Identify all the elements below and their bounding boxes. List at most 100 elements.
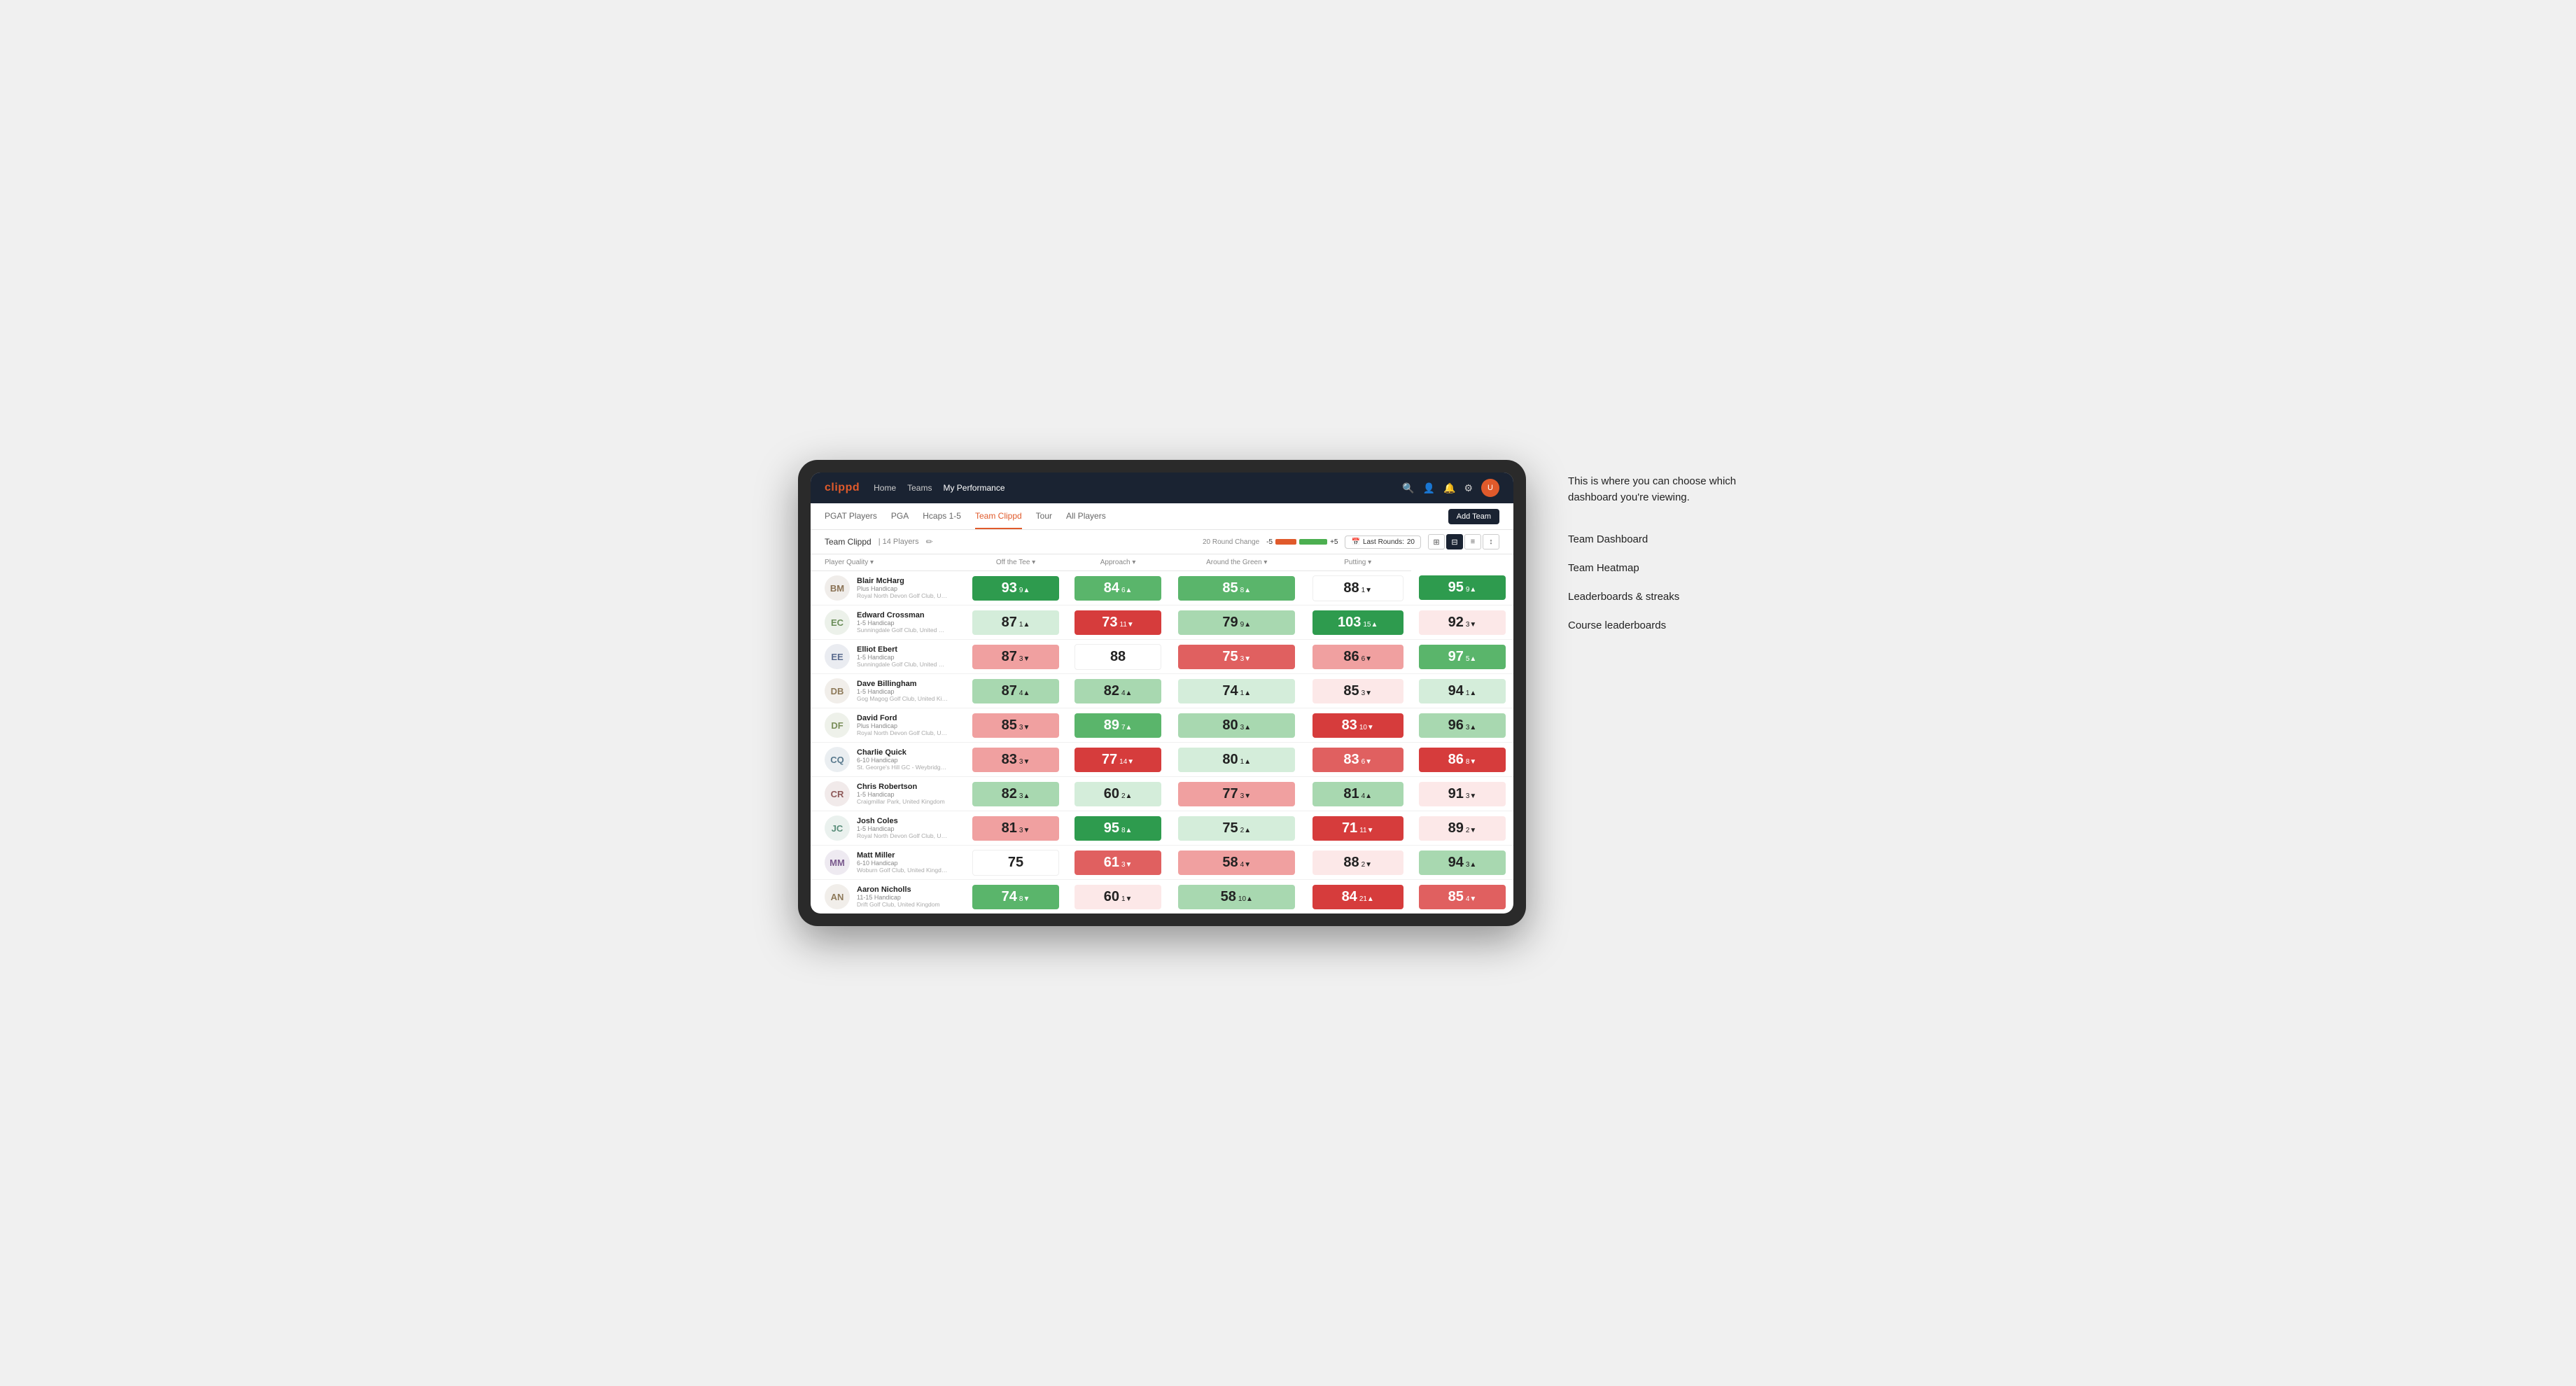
score-box: 83 10▼ xyxy=(1312,713,1404,738)
player-club: Royal North Devon Golf Club, United King… xyxy=(857,832,948,839)
score-box: 95 8▲ xyxy=(1074,816,1161,841)
view-list[interactable]: ≡ xyxy=(1464,534,1481,550)
score-approach: 77 3▼ xyxy=(1169,777,1304,811)
score-delta: 9▲ xyxy=(1466,586,1476,594)
score-delta: 11▼ xyxy=(1359,827,1373,834)
score-aroundGreen: 88 1▼ xyxy=(1305,571,1411,606)
table-row: EE Elliot Ebert 1-5 Handicap Sunningdale… xyxy=(811,640,1513,674)
add-team-button[interactable]: Add Team xyxy=(1448,509,1499,524)
score-approach: 79 9▲ xyxy=(1169,606,1304,640)
col-off-tee[interactable]: Off the Tee ▾ xyxy=(965,554,1067,571)
player-handicap: 1-5 Handicap xyxy=(857,620,948,626)
score-value: 74 xyxy=(1002,889,1017,905)
score-delta: 4▼ xyxy=(1240,861,1251,869)
col-approach[interactable]: Approach ▾ xyxy=(1067,554,1169,571)
player-cell: EC Edward Crossman 1-5 Handicap Sunningd… xyxy=(811,606,965,640)
score-box: 87 1▲ xyxy=(972,610,1059,635)
score-approach: 75 2▲ xyxy=(1169,811,1304,846)
score-value: 103 xyxy=(1338,615,1361,631)
score-value: 85 xyxy=(1222,580,1238,596)
score-delta: 10▼ xyxy=(1359,724,1374,732)
subnav-team-clippd[interactable]: Team Clippd xyxy=(975,504,1022,529)
score-delta: 4▼ xyxy=(1466,895,1476,903)
score-value: 87 xyxy=(1002,649,1017,665)
score-value: 89 xyxy=(1448,820,1464,836)
player-avatar: CQ xyxy=(825,747,850,772)
player-avatar: MM xyxy=(825,850,850,875)
score-value: 75 xyxy=(1008,855,1023,871)
score-delta: 14▼ xyxy=(1119,758,1134,766)
col-around-green[interactable]: Around the Green ▾ xyxy=(1169,554,1304,571)
score-value: 58 xyxy=(1221,889,1236,905)
score-delta: 6▼ xyxy=(1362,758,1372,766)
player-avatar: AN xyxy=(825,884,850,909)
subnav-pgat[interactable]: PGAT Players xyxy=(825,504,877,529)
player-avatar: EC xyxy=(825,610,850,635)
score-box: 83 6▼ xyxy=(1312,748,1404,772)
view-expand[interactable]: ↕ xyxy=(1483,534,1499,550)
score-delta: 3▲ xyxy=(1466,861,1476,869)
score-offTee: 89 7▲ xyxy=(1067,708,1169,743)
col-putting[interactable]: Putting ▾ xyxy=(1305,554,1411,571)
user-avatar[interactable]: U xyxy=(1481,479,1499,497)
score-quality: 75 xyxy=(965,846,1067,880)
view-grid-small[interactable]: ⊞ xyxy=(1428,534,1445,550)
player-handicap: 1-5 Handicap xyxy=(857,688,948,695)
score-delta: 4▲ xyxy=(1019,690,1030,697)
score-box: 77 14▼ xyxy=(1074,748,1161,772)
score-delta: 7▲ xyxy=(1121,724,1132,732)
annotation-items: Team Dashboard Team Heatmap Leaderboards… xyxy=(1568,533,1778,631)
nav-home[interactable]: Home xyxy=(874,483,896,493)
score-box: 75 3▼ xyxy=(1178,645,1295,669)
nav-my-performance[interactable]: My Performance xyxy=(943,483,1004,493)
subnav-tour[interactable]: Tour xyxy=(1036,504,1052,529)
last-rounds-button[interactable]: 📅 Last Rounds: 20 xyxy=(1345,536,1421,549)
score-value: 88 xyxy=(1343,580,1359,596)
player-cell: AN Aaron Nicholls 11-15 Handicap Drift G… xyxy=(811,880,965,914)
score-delta: 3▼ xyxy=(1240,792,1251,800)
player-club: St. George's Hill GC - Weybridge - Surre… xyxy=(857,764,948,771)
search-icon[interactable]: 🔍 xyxy=(1402,482,1414,494)
player-avatar: CR xyxy=(825,781,850,806)
logo: clippd xyxy=(825,482,860,494)
score-value: 83 xyxy=(1342,718,1357,734)
score-quality: 81 3▼ xyxy=(965,811,1067,846)
round-change-bar: -5 +5 xyxy=(1266,538,1338,546)
score-box: 75 2▲ xyxy=(1178,816,1295,841)
score-value: 89 xyxy=(1104,718,1119,734)
score-value: 95 xyxy=(1448,580,1464,596)
team-title: Team Clippd xyxy=(825,537,872,547)
team-count: | 14 Players xyxy=(878,538,919,546)
settings-icon[interactable]: ⚙ xyxy=(1464,482,1473,494)
score-box: 80 3▲ xyxy=(1178,713,1295,738)
score-offTee: 95 8▲ xyxy=(1067,811,1169,846)
person-icon[interactable]: 👤 xyxy=(1423,482,1435,494)
score-value: 60 xyxy=(1104,889,1119,905)
player-handicap: 1-5 Handicap xyxy=(857,654,948,661)
score-value: 74 xyxy=(1222,683,1238,699)
nav-teams[interactable]: Teams xyxy=(907,483,932,493)
subnav-hcaps[interactable]: Hcaps 1-5 xyxy=(923,504,961,529)
view-grid-large[interactable]: ⊟ xyxy=(1446,534,1463,550)
score-putting: 97 5▲ xyxy=(1411,640,1513,674)
score-value: 83 xyxy=(1002,752,1017,768)
score-box: 92 3▼ xyxy=(1419,610,1506,635)
score-approach: 58 10▲ xyxy=(1169,880,1304,914)
score-delta: 1▲ xyxy=(1466,690,1476,697)
score-box: 74 1▲ xyxy=(1178,679,1295,704)
score-putting: 91 3▼ xyxy=(1411,777,1513,811)
score-box: 86 6▼ xyxy=(1312,645,1404,669)
score-aroundGreen: 86 6▼ xyxy=(1305,640,1411,674)
bell-icon[interactable]: 🔔 xyxy=(1443,482,1455,494)
score-box: 95 9▲ xyxy=(1419,575,1506,600)
score-box: 80 1▲ xyxy=(1178,748,1295,772)
edit-icon[interactable]: ✏ xyxy=(926,537,933,547)
subnav-pga[interactable]: PGA xyxy=(891,504,909,529)
score-value: 81 xyxy=(1002,820,1017,836)
score-delta: 3▲ xyxy=(1019,792,1030,800)
score-box: 88 2▼ xyxy=(1312,850,1404,875)
player-cell: JC Josh Coles 1-5 Handicap Royal North D… xyxy=(811,811,965,846)
col-player-quality[interactable]: Player Quality ▾ xyxy=(811,554,965,571)
subnav-all-players[interactable]: All Players xyxy=(1066,504,1106,529)
sub-nav: PGAT Players PGA Hcaps 1-5 Team Clippd T… xyxy=(811,503,1513,530)
